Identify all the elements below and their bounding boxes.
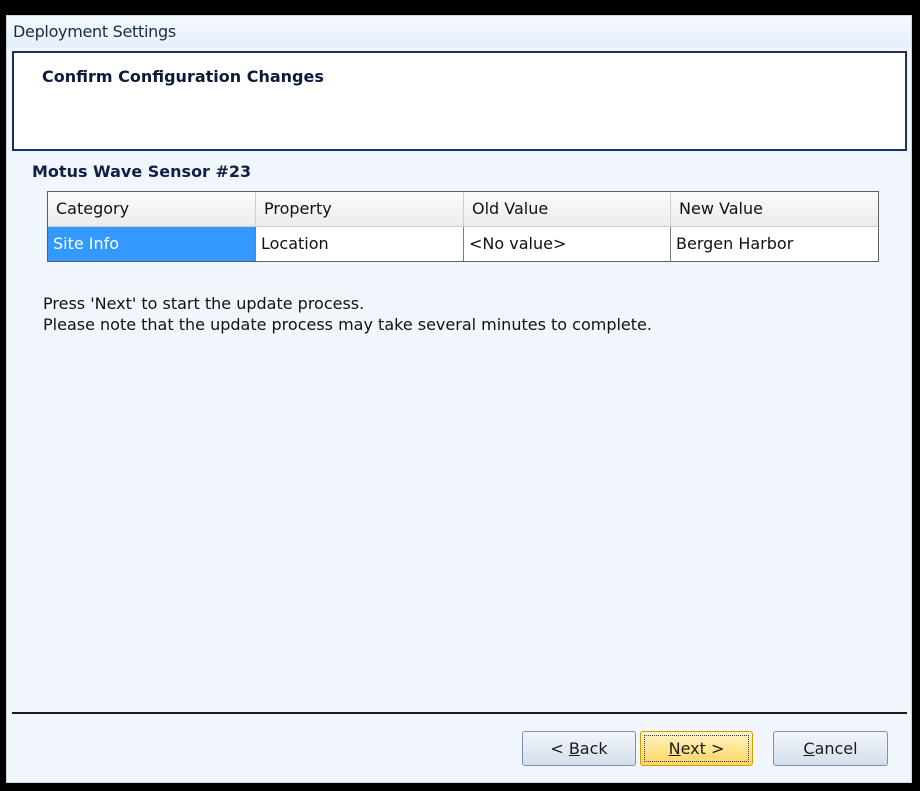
column-header-property[interactable]: Property — [256, 192, 464, 226]
changes-table: Category Property Old Value New Value Si… — [47, 191, 879, 262]
next-button[interactable]: Next > — [640, 731, 753, 766]
back-button[interactable]: < Back — [522, 731, 636, 766]
table-cell-category[interactable]: Site Info — [48, 227, 256, 261]
instructions-line-2: Please note that the update process may … — [43, 315, 652, 334]
device-name: Motus Wave Sensor #23 — [32, 162, 252, 181]
cancel-button[interactable]: Cancel — [773, 731, 888, 766]
wizard-header-panel: Confirm Configuration Changes — [12, 51, 907, 151]
table-cell-old-value[interactable]: <No value> — [464, 227, 671, 261]
table-header: Category Property Old Value New Value — [48, 192, 878, 227]
table-cell-property[interactable]: Location — [256, 227, 464, 261]
table-row[interactable]: Site Info Location <No value> Bergen Har… — [48, 227, 878, 261]
column-header-new-value[interactable]: New Value — [671, 192, 878, 226]
instructions-text: Press 'Next' to start the update process… — [43, 293, 652, 335]
instructions-line-1: Press 'Next' to start the update process… — [43, 294, 365, 313]
window-title: Deployment Settings — [7, 16, 911, 48]
dialog-window: Deployment Settings Confirm Configuratio… — [6, 15, 912, 783]
wizard-step-title: Confirm Configuration Changes — [42, 67, 324, 86]
column-header-category[interactable]: Category — [48, 192, 256, 226]
focus-rectangle — [644, 735, 749, 762]
back-button-label: ack — [579, 739, 608, 758]
footer-separator — [12, 712, 907, 714]
column-header-old-value[interactable]: Old Value — [464, 192, 671, 226]
cancel-button-label: ancel — [814, 739, 858, 758]
back-button-mnemonic: B — [568, 739, 580, 758]
table-cell-new-value[interactable]: Bergen Harbor — [671, 227, 878, 261]
cancel-button-mnemonic: C — [803, 739, 815, 758]
back-button-prefix: < — [550, 739, 569, 758]
